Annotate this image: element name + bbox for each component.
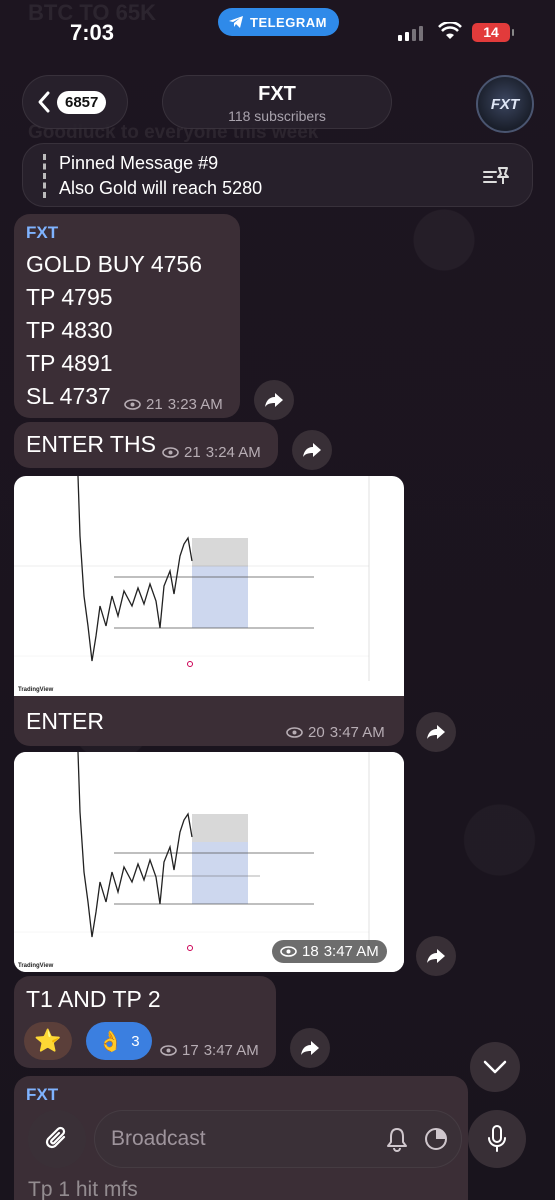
message-bubble[interactable]: TradingView 18 3:47 AM: [14, 752, 404, 972]
chevron-left-icon: [38, 91, 50, 113]
telegram-icon: [229, 16, 243, 28]
reaction-star[interactable]: ⭐: [24, 1022, 72, 1060]
price-chart-graphic: [14, 752, 370, 957]
views-eye-icon: [286, 727, 303, 738]
message-text: ENTER THS: [26, 431, 156, 457]
forward-button[interactable]: [416, 936, 456, 976]
forward-button[interactable]: [290, 1028, 330, 1068]
message-sender: FXT: [26, 223, 59, 242]
wifi-icon: [438, 22, 462, 39]
pinned-indicator: [43, 154, 46, 198]
tradingview-watermark: TradingView: [18, 687, 54, 693]
reaction-emoji: 👌: [98, 1030, 124, 1053]
view-count: 21: [184, 444, 201, 461]
message-text: ENTER: [26, 708, 104, 734]
reaction-count: 3: [131, 1032, 140, 1050]
message-text-peek: Tp 1 hit mfs: [28, 1178, 138, 1200]
timer-icon[interactable]: [423, 1126, 449, 1152]
message-line: TP 4830: [26, 317, 113, 343]
message-sender: FXT: [26, 1085, 59, 1104]
avatar-logo-text: FXT: [490, 95, 520, 113]
channel-title-button[interactable]: FXT 118 subscribers: [162, 75, 392, 129]
forward-button[interactable]: [292, 430, 332, 470]
telegram-label: TELEGRAM: [250, 14, 327, 30]
unpin-icon[interactable]: [482, 164, 510, 188]
price-chart-graphic: [14, 476, 370, 681]
message-bubble[interactable]: T1 AND TP 2 ⭐ 👌 3 17 3:47 AM: [14, 976, 276, 1068]
chevron-down-icon: [483, 1060, 507, 1074]
attach-icon: [45, 1126, 66, 1149]
message-meta: 20 3:47 AM: [286, 724, 385, 741]
status-bar: 7:03 TELEGRAM 14: [0, 0, 555, 70]
forward-button[interactable]: [416, 712, 456, 752]
back-button[interactable]: 6857: [22, 75, 128, 129]
message-meta: 21 3:24 AM: [162, 444, 261, 461]
message-meta: 17 3:47 AM: [160, 1042, 259, 1059]
message-text: T1 AND TP 2: [26, 986, 161, 1012]
message-line: TP 4891: [26, 350, 113, 376]
share-arrow-icon: [303, 443, 321, 457]
message-time: 3:24 AM: [205, 444, 261, 461]
battery-indicator: 14: [472, 23, 514, 42]
share-arrow-icon: [427, 725, 445, 739]
status-time: 7:03: [70, 20, 115, 45]
mic-icon: [488, 1125, 506, 1152]
message-line: GOLD BUY 4756: [26, 251, 203, 277]
telegram-return-pill[interactable]: TELEGRAM: [218, 8, 339, 36]
chart-screenshot-image[interactable]: TradingView: [14, 476, 404, 696]
message-meta: 18 3:47 AM: [272, 940, 387, 963]
view-count: 21: [146, 396, 163, 413]
bell-icon[interactable]: [385, 1126, 409, 1152]
message-time: 3:47 AM: [323, 943, 379, 960]
message-bubble[interactable]: ENTER THS 21 3:24 AM: [14, 422, 278, 468]
message-bubble[interactable]: TradingView ENTER 20 3:47 AM: [14, 476, 404, 746]
unread-count-badge: 6857: [57, 90, 107, 114]
view-count: 20: [308, 724, 325, 741]
scroll-to-bottom-button[interactable]: [470, 1042, 520, 1092]
message-line: SL 4737: [26, 383, 111, 409]
message-time: 3:23 AM: [167, 396, 223, 413]
input-placeholder: Broadcast: [111, 1127, 206, 1150]
view-count: 18: [302, 943, 319, 960]
tradingview-watermark: TradingView: [18, 963, 54, 969]
views-eye-icon: [160, 1045, 177, 1056]
share-arrow-icon: [301, 1041, 319, 1055]
message-line: TP 4795: [26, 284, 113, 310]
views-eye-icon: [280, 946, 297, 957]
channel-avatar[interactable]: FXT: [476, 75, 534, 133]
chart-screenshot-image[interactable]: TradingView: [14, 752, 404, 972]
message-time: 3:47 AM: [203, 1042, 259, 1059]
reaction-ok-hand[interactable]: 👌 3: [86, 1022, 152, 1060]
broadcast-input[interactable]: Broadcast: [94, 1110, 462, 1168]
forward-button[interactable]: [254, 380, 294, 420]
pinned-title: Pinned Message #9: [59, 153, 219, 173]
channel-name: FXT: [258, 83, 296, 105]
subscriber-count: 118 subscribers: [228, 108, 326, 124]
views-eye-icon: [162, 447, 179, 458]
reaction-emoji: ⭐: [34, 1028, 62, 1053]
attach-button[interactable]: [28, 1110, 86, 1168]
pinned-message-bar[interactable]: Pinned Message #9 Also Gold will reach 5…: [22, 143, 533, 207]
message-time: 3:47 AM: [329, 724, 385, 741]
message-bubble[interactable]: FXT GOLD BUY 4756 TP 4795 TP 4830 TP 489…: [14, 214, 240, 418]
pinned-text: Also Gold will reach 5280: [59, 178, 263, 198]
message-meta: 21 3:23 AM: [124, 396, 223, 413]
share-arrow-icon: [427, 949, 445, 963]
views-eye-icon: [124, 399, 141, 410]
share-arrow-icon: [265, 393, 283, 407]
cellular-signal-icon: [398, 26, 423, 41]
voice-record-button[interactable]: [468, 1110, 526, 1168]
view-count: 17: [182, 1042, 199, 1059]
